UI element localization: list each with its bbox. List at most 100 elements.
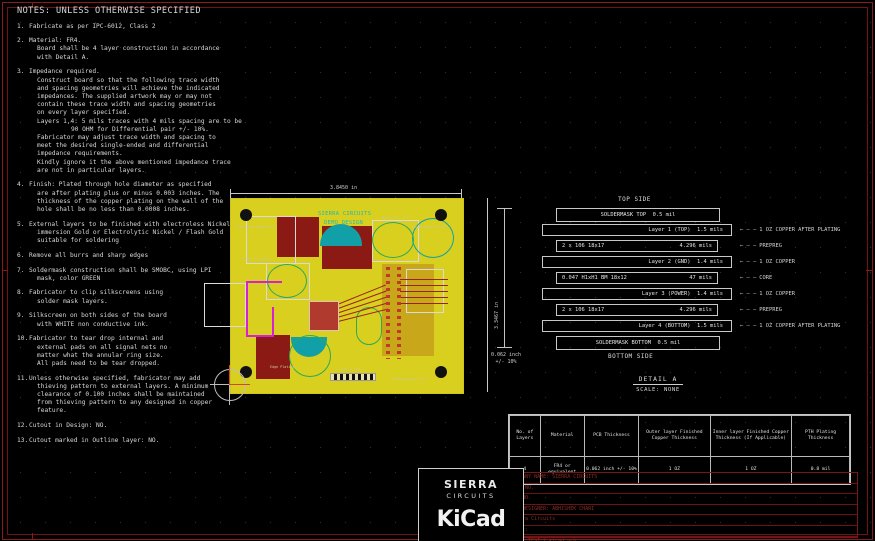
stackup-layer-1-top: Layer 1 (TOP) 1.5 mils: [542, 224, 732, 236]
detail-a-caption: DETAIL A SCALE: NONE: [598, 366, 718, 393]
note-item: 3. Impedance required. Construct board s…: [17, 68, 267, 175]
note-subline: Kindly ignore it the above mentioned imp…: [37, 158, 231, 166]
dimension-line-top: [230, 193, 462, 194]
note-text: Impedance required.: [29, 68, 100, 76]
frame-tick: [32, 533, 33, 539]
col-header-layers: No. of Layers: [509, 415, 541, 457]
signal-trace: [400, 297, 448, 298]
route-trace-bottom: [272, 307, 274, 337]
layer-name: Layer 3 (POWER): [641, 291, 691, 297]
layer-note: PREPREG: [759, 307, 782, 313]
note-subline: 90 OHM for Differential pair +/- 10%.: [71, 125, 209, 133]
note-number: 7.: [17, 266, 25, 274]
layer-name: Layer 1 (TOP): [648, 227, 691, 233]
layer-note: CORE: [759, 275, 773, 281]
silkscreen-title-line1: SIERRA CIRCUITS: [318, 211, 372, 217]
note-number: 1.: [17, 22, 25, 30]
col-header-material: Material: [539, 415, 585, 457]
stackup-bottom-side-label: BOTTOM SIDE: [608, 353, 654, 360]
title-org: Sierra Circuits: [507, 515, 857, 526]
mounting-hole-pad: [240, 209, 252, 221]
note-text: Unless otherwise specified, fabricator m…: [29, 374, 201, 382]
detail-a-title: DETAIL A: [632, 375, 684, 385]
silk-label: Mounting Hole Pad: [392, 377, 427, 381]
stackup-note-layer1: ⇐ – – 1 OZ COPPER AFTER PLATING: [740, 224, 840, 236]
layer-note: 1 OZ COPPER: [759, 291, 795, 297]
title-sheet: Sheet:: [507, 526, 857, 537]
route-trace-bottom: [246, 281, 248, 337]
dimension-ext: [230, 189, 231, 198]
leader-arrow-icon: ⇐ – –: [740, 259, 757, 265]
note-subline: contain these trace width and spacing ge…: [37, 101, 216, 109]
note-text: Silkscreen on both sides of the board: [29, 312, 167, 320]
silk-label: Board Cut off: [382, 216, 409, 220]
layer-name: Layer 2 (GND): [648, 259, 691, 265]
note-number: 9.: [17, 312, 25, 320]
dimension-ext: [461, 189, 462, 198]
thickness-tolerance: +/- 10%: [495, 359, 517, 365]
note-subline: Layers 1,4: 5 mils traces with 4 mils sp…: [37, 117, 242, 125]
stackup-note-prepreg-1: ⇐ – – PREPREG: [740, 240, 782, 252]
notes-heading: NOTES: UNLESS OTHERWISE SPECIFIED: [17, 6, 201, 16]
layer-note: 1 OZ COPPER AFTER PLATING: [759, 323, 841, 329]
note-subline: Fabricator may adjust trace width and sp…: [37, 133, 216, 141]
spec-table-head: No. of Layers Material PCB Thickness Out…: [509, 415, 850, 457]
title-file: File: TEST_2.kicad_pcb: [507, 537, 857, 541]
note-number: 11.: [17, 374, 29, 382]
layer-value: 1.5 mils: [697, 323, 723, 329]
stackup-layer-4-bottom: Layer 4 (BOTTOM) 1.5 mils: [542, 320, 732, 332]
note-text: External layers to be finished with elec…: [29, 220, 234, 228]
col-header-outer-copper: Outer layer Finished Copper Thickness: [638, 415, 711, 457]
layer-name: SOLDERMASK TOP: [600, 212, 647, 218]
layer-note: 1 OZ COPPER AFTER PLATING: [759, 227, 841, 233]
layer-note: 1 OZ COPPER: [759, 259, 795, 265]
sierra-wordmark: SIERRA: [444, 478, 498, 491]
layer-name: SOLDERMASK BOTTOM: [595, 340, 651, 346]
origin-axis-y: [229, 365, 230, 385]
layer-name: Layer 4 (BOTTOM): [638, 323, 691, 329]
note-subline: are not in particular layers.: [37, 166, 146, 174]
note-subline: and spacing geometries will achieve the …: [37, 84, 220, 92]
smt-pad-strip: [330, 373, 376, 381]
layer-name: 2 x 106 18x17: [562, 243, 605, 249]
col-header-inner-copper: Inner layer Finished Copper Thickness (I…: [709, 415, 793, 457]
leader-arrow-icon: ⇐ – –: [740, 291, 757, 297]
note-number: 6.: [17, 251, 25, 259]
stackup-layer-soldermask-top: SOLDERMASK TOP 0.5 mil: [556, 208, 720, 222]
layer-name: 2 x 106 18x17: [562, 307, 605, 313]
layer-value: 1.4 mils: [697, 259, 723, 265]
title-designer: PCB DESIGNER: ABHISHEK CHARI: [507, 505, 857, 516]
note-number: 4.: [17, 181, 25, 189]
silk-label: Via in Pad: [340, 367, 361, 371]
leader-arrow-icon: ⇐ – –: [740, 275, 757, 281]
route-trace-bottom: [246, 335, 274, 337]
note-text: Soldermask construction shall be SMOBC, …: [29, 266, 212, 274]
origin-axis-x: [229, 384, 250, 385]
stackup-layer-prepreg-2: 2 x 106 18x17 4.296 mils: [556, 304, 718, 316]
title-part-no: PART NO.: [507, 484, 857, 495]
layer-note: PREPREG: [759, 243, 782, 249]
silk-label: Edge Plating: [270, 365, 295, 369]
drill-ring: [372, 222, 414, 258]
signal-trace: [400, 291, 448, 292]
layer-value: 1.4 mils: [697, 291, 723, 297]
note-item: 1. Fabricate as per IPC-6012, Class 2: [17, 23, 267, 31]
note-subline: with Detail A.: [37, 53, 90, 61]
table-header-row: No. of Layers Material PCB Thickness Out…: [509, 415, 850, 457]
title-rev-no: REV NO.: [507, 494, 857, 505]
note-text: Fabricator to tear drop internal and: [29, 335, 164, 343]
stackup-note-layer3: ⇐ – – 1 OZ COPPER: [740, 288, 795, 300]
layer-name: 0.047 H1xH1 BM 18x12: [562, 275, 627, 281]
leader-arrow-icon: ⇐ – –: [740, 227, 757, 233]
stackup-layer-core: 0.047 H1xH1 BM 18x12 47 mils: [556, 272, 718, 284]
note-subline: meet the desired single-ended and differ…: [37, 142, 209, 150]
route-trace-bottom: [246, 281, 282, 283]
sierra-kicad-logo-box: SIERRA CIRCUITS KiCad: [418, 468, 524, 541]
signal-trace: [400, 285, 448, 286]
note-text: Remove all burrs and sharp edges: [29, 251, 149, 259]
dimension-label-width: 3.8450 in: [330, 185, 358, 191]
layer-value: 4.296 mils: [679, 243, 712, 249]
stackup-layer-3-power: Layer 3 (POWER) 1.4 mils: [542, 288, 732, 300]
pcb-board-view[interactable]: 3.8450 in 3.3467 in SIERRA CIRCUITS DEMO…: [204, 185, 500, 405]
drawing-canvas: NOTES: UNLESS OTHERWISE SPECIFIED 1. Fab…: [0, 0, 875, 541]
